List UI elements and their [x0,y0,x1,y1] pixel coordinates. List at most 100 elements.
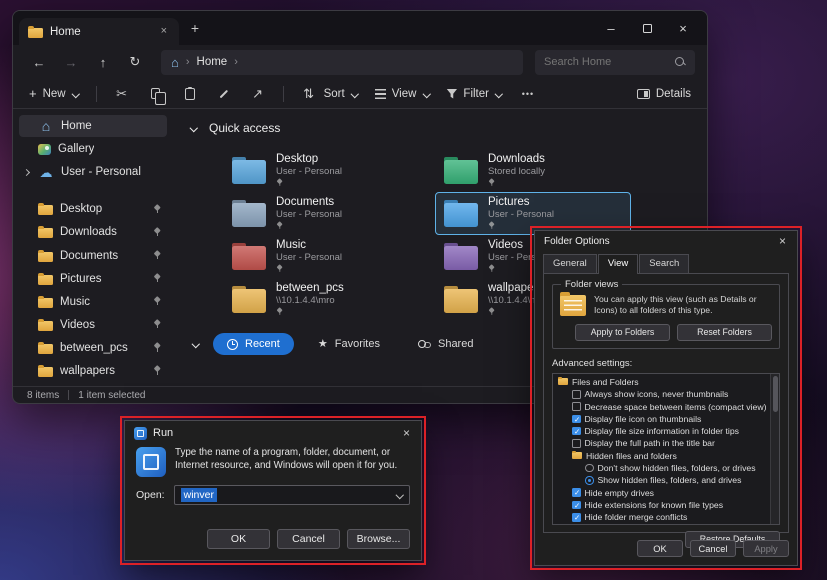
setting-row[interactable]: Always show icons, never thumbnails [555,388,767,400]
folder-item[interactable]: between_pcs \\10.1.4.4\mro [223,278,419,321]
close-button[interactable]: × [665,14,701,42]
chevron-down-icon[interactable] [189,124,197,132]
scrollbar-thumb[interactable] [773,376,778,412]
sidebar-item[interactable]: Music [19,291,167,313]
sidebar-item[interactable]: Desktop [19,198,167,220]
sidebar-item-label: Downloads [60,226,117,238]
folder-item[interactable]: Music User - Personal [223,235,419,278]
setting-row[interactable]: Hidden files and folders [555,450,767,462]
sidebar-item[interactable]: Home [19,115,167,137]
sidebar-item[interactable]: Pictures [19,268,167,290]
setting-row[interactable]: Display file icon on thumbnails [555,413,767,425]
minimize-button[interactable]: – [593,14,629,42]
tab[interactable]: Search [639,254,689,273]
setting-row[interactable]: Don't show hidden files, folders, or dri… [555,462,767,474]
ok-button[interactable]: OK [207,529,270,549]
explorer-tab-home[interactable]: Home × [19,18,179,45]
tab-close-icon[interactable]: × [158,25,170,38]
section-pill[interactable]: Recent [213,333,294,355]
cancel-button[interactable]: Cancel [277,529,340,549]
checkbox[interactable] [572,488,581,497]
radio-button[interactable] [585,476,594,485]
setting-row[interactable]: Hide folder merge conflicts [555,511,767,523]
forward-button[interactable]: → [57,49,85,75]
checkbox[interactable] [572,513,581,522]
back-button[interactable]: ← [25,49,53,75]
setting-row[interactable]: Hide empty drives [555,487,767,499]
folder-item[interactable]: Downloads Stored locally [435,149,631,192]
breadcrumb-segment-home[interactable]: Home [197,56,228,68]
apply-button[interactable]: Apply [743,540,789,557]
sort-button[interactable]: ⇅ Sort [300,85,359,103]
sidebar-item[interactable]: wallpapers [19,360,167,382]
checkbox[interactable] [572,439,581,448]
copy-button[interactable] [147,85,165,103]
refresh-button[interactable]: ↻ [121,49,149,75]
cancel-button[interactable]: Cancel [690,540,736,557]
setting-row[interactable]: Hide extensions for known file types [555,499,767,511]
details-button[interactable]: Details [637,88,691,100]
sidebar-item-label: Home [61,120,92,132]
sidebar-item[interactable]: Gallery [19,138,167,160]
new-tab-button[interactable]: + [183,16,207,40]
open-value[interactable]: winver [181,488,217,502]
filter-button[interactable]: Filter [446,88,503,100]
run-buttons: OK Cancel Browse... [125,529,421,560]
folder-item[interactable]: Desktop User - Personal [223,149,419,192]
sidebar-item[interactable]: Downloads [19,221,167,243]
view-button[interactable]: View [375,88,431,100]
sidebar-item[interactable]: User - Personal [19,161,167,183]
share-button[interactable]: ↗ [249,85,267,103]
section-pill[interactable]: Favorites [304,333,394,355]
sidebar-item[interactable]: Videos [19,314,167,336]
quick-access-header[interactable]: Quick access [189,119,691,137]
chevron-down-icon[interactable] [191,340,199,348]
close-icon[interactable]: × [777,235,788,247]
checkbox[interactable] [572,390,581,399]
breadcrumb[interactable]: ⌂ › Home › [161,50,523,75]
chevron-down-icon[interactable] [395,491,403,499]
setting-row[interactable]: Display file size information in folder … [555,425,767,437]
pin-icon [153,251,161,260]
ok-button[interactable]: OK [637,540,683,557]
folder-item[interactable]: Pictures User - Personal [435,192,631,235]
checkbox[interactable] [572,501,581,510]
tab[interactable]: View [598,254,638,274]
radio-button[interactable] [585,464,594,473]
search-box[interactable] [535,50,695,75]
scrollbar[interactable] [770,374,779,524]
apply-to-folders-button[interactable]: Apply to Folders [575,324,670,341]
setting-row[interactable]: Decrease space between items (compact vi… [555,400,767,412]
maximize-button[interactable] [629,14,665,42]
pin-icon [153,274,161,283]
see-more-button[interactable]: ••• [519,85,537,103]
setting-row[interactable]: Files and Folders [555,376,767,388]
setting-row[interactable]: Show hidden files, folders, and drives [555,474,767,486]
home-icon: ⌂ [171,56,179,69]
setting-row[interactable]: Display the full path in the title bar [555,437,767,449]
pin-icon [153,366,161,375]
checkbox[interactable] [572,427,581,436]
folder-subtitle: User - Personal [276,166,342,177]
paste-button[interactable] [181,85,199,103]
run-titlebar: Run × [125,421,421,445]
checkbox[interactable] [572,415,581,424]
browse-button[interactable]: Browse... [347,529,410,549]
rename-button[interactable] [215,85,233,103]
folder-item[interactable]: Documents User - Personal [223,192,419,235]
chevron-separator: › [186,56,190,68]
reset-folders-button[interactable]: Reset Folders [677,324,772,341]
section-pill[interactable]: Shared [404,333,487,355]
search-input[interactable] [544,56,669,68]
chevron-down-icon [495,90,503,98]
cut-button[interactable]: ✂ [113,85,131,103]
checkbox[interactable] [572,402,581,411]
tab[interactable]: General [543,254,597,273]
close-icon[interactable]: × [401,427,412,439]
open-combobox[interactable]: winver [174,485,410,505]
up-button[interactable]: ↑ [89,49,117,75]
sidebar-item[interactable]: between_pcs [19,337,167,359]
sidebar-item[interactable]: Documents [19,244,167,266]
chevron-right-icon[interactable] [23,168,31,176]
new-button[interactable]: + New [29,87,80,100]
